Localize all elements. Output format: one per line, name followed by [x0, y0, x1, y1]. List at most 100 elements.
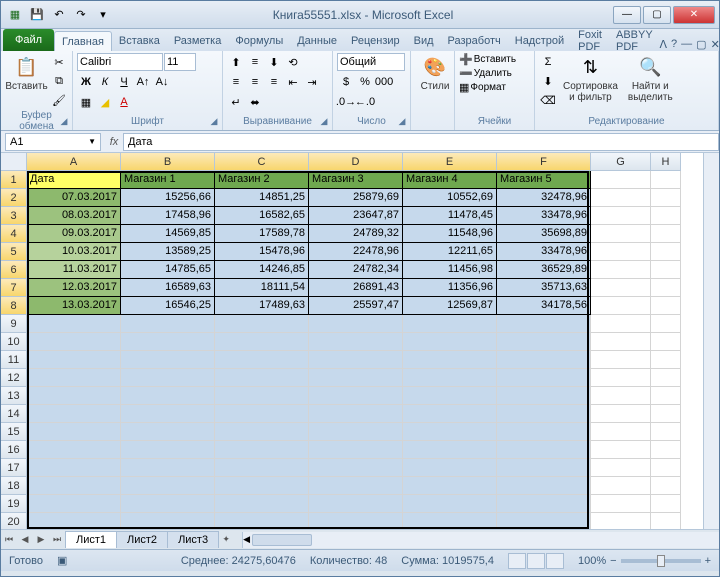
cell-E5[interactable]: 12211,65 [403, 243, 497, 261]
cell-D2[interactable]: 25879,69 [309, 189, 403, 207]
tab-developer[interactable]: Разработч [441, 31, 508, 51]
cell-G6[interactable] [591, 261, 651, 279]
cell-G12[interactable] [591, 369, 651, 387]
cell-G11[interactable] [591, 351, 651, 369]
cell-B7[interactable]: 16589,63 [121, 279, 215, 297]
cell-B13[interactable] [121, 387, 215, 405]
cell-B2[interactable]: 15256,66 [121, 189, 215, 207]
cell-G18[interactable] [591, 477, 651, 495]
cell-A12[interactable] [27, 369, 121, 387]
clear-icon[interactable]: ⌫ [539, 91, 557, 109]
cell-D10[interactable] [309, 333, 403, 351]
tab-review[interactable]: Рецензир [344, 31, 407, 51]
col-header-D[interactable]: D [309, 153, 403, 171]
cell-A1[interactable]: Дата [27, 171, 121, 189]
cell-E19[interactable] [403, 495, 497, 513]
cell-H3[interactable] [651, 207, 681, 225]
row-header-15[interactable]: 15 [1, 423, 27, 441]
cell-F18[interactable] [497, 477, 591, 495]
fill-color-icon[interactable]: ◢ [96, 93, 114, 111]
dec-decimal-icon[interactable]: ←.0 [356, 93, 374, 111]
font-size-select[interactable] [164, 53, 196, 71]
cell-B15[interactable] [121, 423, 215, 441]
cell-D4[interactable]: 24789,32 [309, 225, 403, 243]
row-header-2[interactable]: 2 [1, 189, 27, 207]
cell-F2[interactable]: 32478,96 [497, 189, 591, 207]
cell-H10[interactable] [651, 333, 681, 351]
cell-C8[interactable]: 17489,63 [215, 297, 309, 315]
align-center-icon[interactable]: ≡ [246, 73, 264, 91]
cell-E2[interactable]: 10552,69 [403, 189, 497, 207]
sheet-tab-3[interactable]: Лист3 [167, 531, 219, 548]
row-header-4[interactable]: 4 [1, 225, 27, 243]
cell-D15[interactable] [309, 423, 403, 441]
cell-H7[interactable] [651, 279, 681, 297]
tab-data[interactable]: Данные [290, 31, 344, 51]
cell-G7[interactable] [591, 279, 651, 297]
col-header-E[interactable]: E [403, 153, 497, 171]
cell-B4[interactable]: 14569,85 [121, 225, 215, 243]
cell-B19[interactable] [121, 495, 215, 513]
view-layout-icon[interactable] [527, 553, 545, 569]
border-icon[interactable]: ▦ [77, 93, 95, 111]
zoom-in-icon[interactable]: + [705, 555, 711, 567]
number-dialog-icon[interactable]: ◢ [396, 116, 408, 128]
horizontal-scrollbar[interactable]: ◀ [242, 532, 719, 548]
sheet-nav-last-icon[interactable]: ⏭ [49, 532, 65, 548]
cell-E14[interactable] [403, 405, 497, 423]
currency-icon[interactable]: $ [337, 73, 355, 91]
cell-E3[interactable]: 11478,45 [403, 207, 497, 225]
cell-F6[interactable]: 36529,89 [497, 261, 591, 279]
cells-delete-button[interactable]: ➖Удалить [459, 67, 512, 80]
font-dialog-icon[interactable]: ◢ [208, 116, 220, 128]
cell-D12[interactable] [309, 369, 403, 387]
cell-A11[interactable] [27, 351, 121, 369]
cell-C16[interactable] [215, 441, 309, 459]
cell-G9[interactable] [591, 315, 651, 333]
cell-A9[interactable] [27, 315, 121, 333]
cell-H16[interactable] [651, 441, 681, 459]
indent-inc-icon[interactable]: ⇥ [303, 73, 321, 91]
font-name-select[interactable] [77, 53, 163, 71]
cell-C18[interactable] [215, 477, 309, 495]
cell-A20[interactable] [27, 513, 121, 529]
cell-B1[interactable]: Магазин 1 [121, 171, 215, 189]
cell-G3[interactable] [591, 207, 651, 225]
align-dialog-icon[interactable]: ◢ [318, 116, 330, 128]
view-normal-icon[interactable] [508, 553, 526, 569]
cell-F20[interactable] [497, 513, 591, 529]
undo-icon[interactable]: ↶ [49, 5, 69, 25]
cell-C11[interactable] [215, 351, 309, 369]
cells-insert-button[interactable]: ➕Вставить [459, 53, 516, 66]
cell-E6[interactable]: 11456,98 [403, 261, 497, 279]
cell-B10[interactable] [121, 333, 215, 351]
row-header-10[interactable]: 10 [1, 333, 27, 351]
row-header-7[interactable]: 7 [1, 279, 27, 297]
cell-C6[interactable]: 14246,85 [215, 261, 309, 279]
cell-G19[interactable] [591, 495, 651, 513]
cell-E18[interactable] [403, 477, 497, 495]
shrink-font-icon[interactable]: A↓ [153, 73, 171, 91]
formula-input[interactable]: Дата [123, 133, 719, 151]
cell-C4[interactable]: 17589,78 [215, 225, 309, 243]
cell-F11[interactable] [497, 351, 591, 369]
cell-E7[interactable]: 11356,96 [403, 279, 497, 297]
cell-E16[interactable] [403, 441, 497, 459]
zoom-out-icon[interactable]: − [610, 555, 616, 567]
cell-H11[interactable] [651, 351, 681, 369]
cell-D20[interactable] [309, 513, 403, 529]
cell-E13[interactable] [403, 387, 497, 405]
cell-F10[interactable] [497, 333, 591, 351]
cell-E1[interactable]: Магазин 4 [403, 171, 497, 189]
cell-A15[interactable] [27, 423, 121, 441]
file-tab[interactable]: Файл [3, 29, 54, 51]
cell-D8[interactable]: 25597,47 [309, 297, 403, 315]
cell-A14[interactable] [27, 405, 121, 423]
cell-F16[interactable] [497, 441, 591, 459]
tab-addins[interactable]: Надстрой [508, 31, 571, 51]
cell-A17[interactable] [27, 459, 121, 477]
zoom-slider[interactable] [621, 559, 701, 563]
sheet-tab-2[interactable]: Лист2 [116, 531, 168, 548]
cell-A8[interactable]: 13.03.2017 [27, 297, 121, 315]
cell-E9[interactable] [403, 315, 497, 333]
